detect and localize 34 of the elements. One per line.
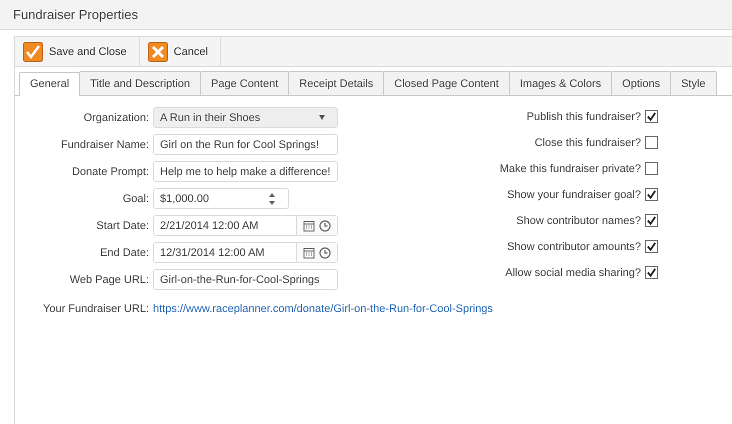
- field-label: Web Page URL:: [68, 274, 150, 286]
- checkbox-label: Show your fundraiser goal?: [507, 188, 641, 200]
- window-title: Fundraiser Properties: [13, 7, 138, 22]
- checkbox-label: Show contributor names?: [516, 214, 641, 226]
- toolbar-button[interactable]: Save and Close: [15, 37, 140, 66]
- checkbox-label: Close this fundraiser?: [534, 136, 641, 148]
- dropdown[interactable]: A Run in their Shoes: [153, 107, 338, 128]
- date-field[interactable]: 12/31/2014 12:00 AM: [153, 242, 338, 263]
- tab[interactable]: Style: [670, 71, 717, 95]
- field-label: Your Fundraiser URL:: [42, 303, 150, 315]
- text-field[interactable]: Girl-on-the-Run-for-Cool-Springs: [153, 269, 338, 290]
- checkbox-label: Publish this fundraiser?: [526, 110, 641, 122]
- fundraiser-link[interactable]: https://www.raceplanner.com/donate/Girl-on-the-Run-for-Cool-Springs: [153, 303, 493, 315]
- tab[interactable]: Closed Page Content: [383, 71, 510, 95]
- text-field[interactable]: Help me to help make a difference!: [153, 161, 338, 182]
- number-field[interactable]: $1,000.00: [153, 188, 289, 209]
- field-label: Donate Prompt:: [70, 166, 150, 178]
- tab[interactable]: General: [19, 72, 80, 96]
- field-label: Goal:: [122, 192, 150, 204]
- text-field[interactable]: Girl on the Run for Cool Springs!: [153, 134, 338, 155]
- checkbox-label: Show contributor amounts?: [507, 240, 641, 252]
- tab[interactable]: Page Content: [200, 71, 290, 95]
- checkbox-label: Make this fundraiser private?: [500, 162, 641, 174]
- field-label: End Date:: [99, 246, 150, 258]
- date-field[interactable]: 2/21/2014 12:00 AM: [153, 215, 338, 236]
- field-label: Start Date:: [95, 220, 150, 232]
- tab[interactable]: Images & Colors: [508, 71, 612, 95]
- tab[interactable]: Options: [611, 71, 672, 95]
- toolbar-button[interactable]: Cancel: [140, 37, 221, 66]
- tab[interactable]: Title and Description: [79, 71, 201, 95]
- field-label: Organization:: [82, 112, 150, 124]
- tab[interactable]: Receipt Details: [288, 71, 384, 95]
- checkbox-label: Allow social media sharing?: [505, 266, 641, 278]
- field-label: Fundraiser Name:: [60, 138, 150, 150]
